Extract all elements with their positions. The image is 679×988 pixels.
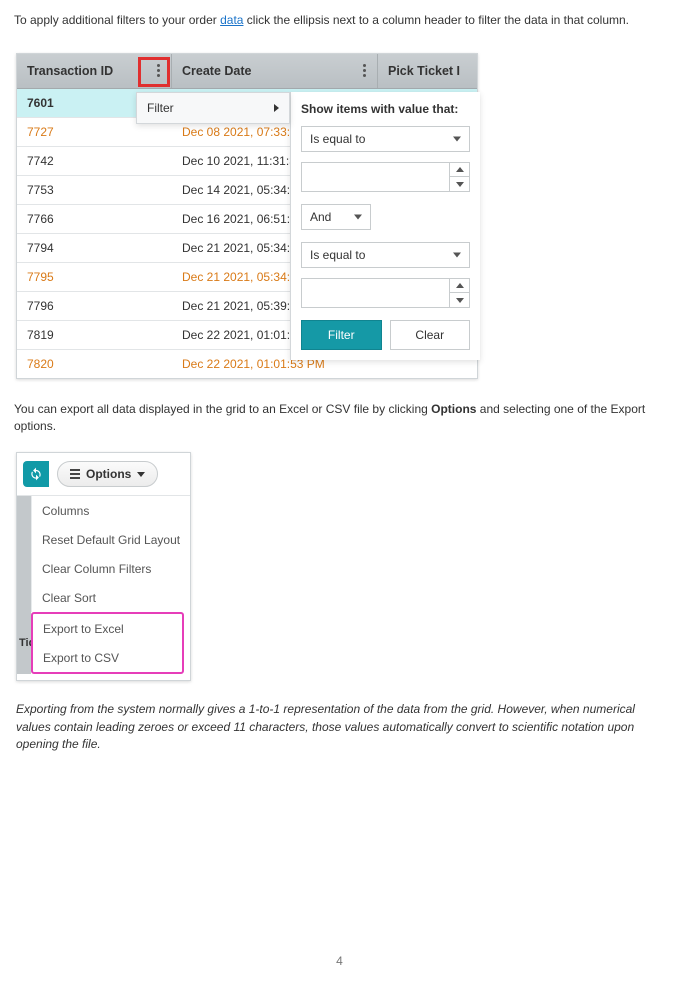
options-button[interactable]: Options	[57, 461, 158, 487]
filter-panel-title: Show items with value that:	[301, 102, 470, 116]
filter-menu-item[interactable]: Filter	[137, 93, 289, 123]
col-header-create-date[interactable]: Create Date	[172, 54, 378, 88]
filter-panel: Show items with value that: Is equal to …	[290, 92, 480, 360]
options-menu-screenshot: Options Tid ColumnsReset Default Grid La…	[16, 452, 191, 681]
options-button-label: Options	[86, 467, 131, 481]
spin-down-button[interactable]	[450, 177, 469, 191]
filter-operator-2-value: Is equal to	[310, 248, 365, 262]
cell-transaction-id: 7796	[17, 292, 172, 320]
grid-screenshot: Transaction ID Create Date Pick Ticket I…	[16, 53, 478, 379]
options-menu-item[interactable]: Clear Column Filters	[31, 554, 190, 583]
chevron-up-icon	[456, 167, 464, 172]
filter-value-2[interactable]	[301, 278, 470, 308]
spin-up-button[interactable]	[450, 279, 469, 294]
grid-header: Transaction ID Create Date Pick Ticket I	[17, 54, 477, 89]
filter-logic-select[interactable]: And	[301, 204, 371, 230]
spinner-buttons	[449, 279, 469, 307]
chevron-down-icon	[354, 214, 362, 219]
export-note: Exporting from the system normally gives…	[16, 701, 663, 753]
intro-before: To apply additional filters to your orde…	[14, 13, 220, 27]
ellipsis-icon[interactable]	[357, 62, 371, 80]
col-header-label: Pick Ticket I	[388, 64, 460, 78]
chevron-down-icon	[453, 252, 461, 257]
col-header-transaction-id[interactable]: Transaction ID	[17, 54, 172, 88]
filter-context-menu: Filter	[136, 92, 290, 124]
spin-down-button[interactable]	[450, 293, 469, 307]
export-highlight-group: Export to ExcelExport to CSV	[31, 612, 184, 674]
filter-menu-label: Filter	[147, 101, 174, 115]
cell-transaction-id: 7766	[17, 205, 172, 233]
filter-operator-1[interactable]: Is equal to	[301, 126, 470, 152]
mid-bold: Options	[431, 402, 476, 416]
mid-before: You can export all data displayed in the…	[14, 402, 431, 416]
options-menu-item[interactable]: Clear Sort	[31, 583, 190, 612]
refresh-button[interactable]	[23, 461, 49, 487]
chevron-down-icon	[137, 472, 145, 477]
col-header-label: Create Date	[182, 64, 251, 78]
cell-transaction-id: 7795	[17, 263, 172, 291]
col-header-pick-ticket[interactable]: Pick Ticket I	[378, 54, 477, 88]
spin-up-button[interactable]	[450, 163, 469, 178]
spinner-buttons	[449, 163, 469, 191]
chevron-right-icon	[274, 104, 279, 112]
ellipsis-icon[interactable]	[151, 62, 165, 80]
options-menu-item[interactable]: Reset Default Grid Layout	[31, 525, 190, 554]
page-number: 4	[12, 954, 667, 968]
cell-transaction-id: 7820	[17, 350, 172, 378]
toolbar: Options	[17, 453, 190, 496]
options-menu-item[interactable]: Columns	[31, 496, 190, 525]
chevron-up-icon	[456, 283, 464, 288]
refresh-icon	[29, 467, 43, 481]
filter-button[interactable]: Filter	[301, 320, 382, 350]
filter-operator-1-value: Is equal to	[310, 132, 365, 146]
intro-after: click the ellipsis next to a column head…	[243, 13, 629, 27]
clear-button[interactable]: Clear	[390, 320, 471, 350]
chevron-down-icon	[456, 298, 464, 303]
intro-text: To apply additional filters to your orde…	[14, 12, 667, 29]
hamburger-icon	[70, 469, 80, 479]
options-menu: ColumnsReset Default Grid LayoutClear Co…	[31, 496, 190, 674]
options-menu-item[interactable]: Export to Excel	[33, 614, 182, 643]
cell-transaction-id: 7753	[17, 176, 172, 204]
col-header-label: Transaction ID	[27, 64, 113, 78]
filter-logic-value: And	[310, 210, 331, 224]
options-menu-item[interactable]: Export to CSV	[33, 643, 182, 672]
column-stub: Tid	[17, 632, 31, 654]
filter-button-row: Filter Clear	[301, 320, 470, 350]
chevron-down-icon	[453, 136, 461, 141]
chevron-down-icon	[456, 182, 464, 187]
export-instruction-text: You can export all data displayed in the…	[14, 401, 667, 435]
filter-value-1[interactable]	[301, 162, 470, 192]
options-body: Tid ColumnsReset Default Grid LayoutClea…	[17, 496, 190, 674]
cell-transaction-id: 7742	[17, 147, 172, 175]
cell-transaction-id: 7794	[17, 234, 172, 262]
cell-transaction-id: 7819	[17, 321, 172, 349]
intro-link[interactable]: data	[220, 13, 243, 27]
filter-operator-2[interactable]: Is equal to	[301, 242, 470, 268]
